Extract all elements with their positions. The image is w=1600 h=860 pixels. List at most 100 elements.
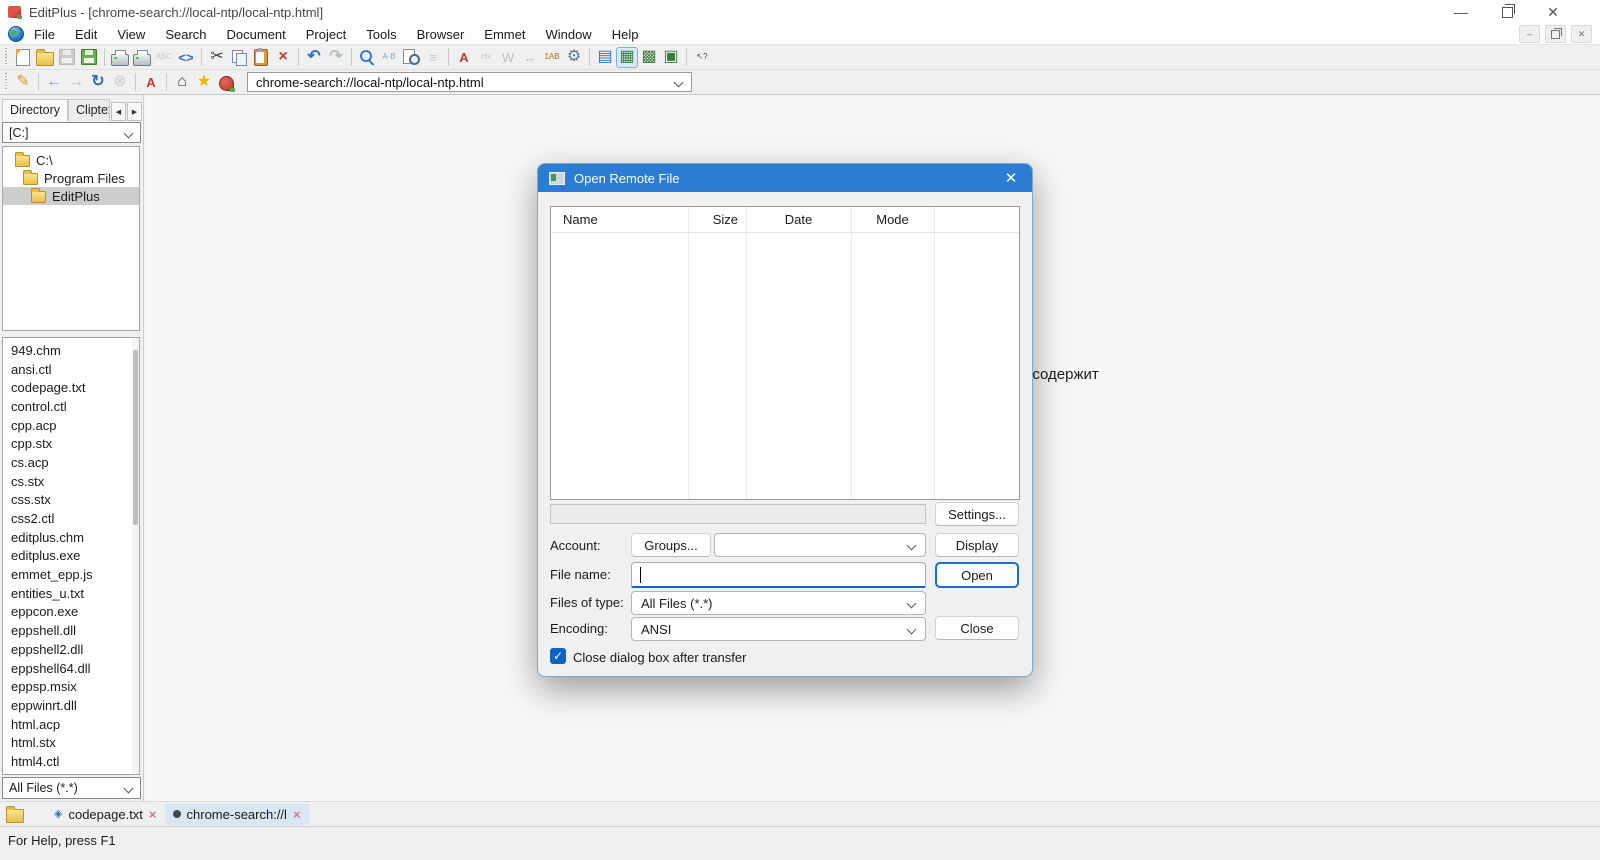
delete-button[interactable]: × — [272, 46, 294, 68]
view-sidebar-button[interactable]: ▦ — [616, 46, 638, 68]
file-list-item[interactable]: eppshell.dll — [3, 621, 139, 640]
file-list-item[interactable]: 949.chm — [3, 341, 139, 360]
scrollbar-thumb[interactable] — [133, 350, 138, 525]
settings-button[interactable]: Settings... — [935, 502, 1019, 526]
find-in-files-button[interactable] — [400, 46, 422, 68]
undo-button[interactable]: ↶ — [303, 46, 325, 68]
display-button[interactable]: Display — [935, 533, 1019, 557]
file-list-scrollbar[interactable] — [132, 338, 139, 774]
refresh-button[interactable]: ↻ — [87, 71, 109, 93]
mdi-restore-icon[interactable] — [1545, 25, 1566, 43]
replace-button[interactable]: A·B — [378, 46, 400, 68]
file-list-item[interactable]: eppshell64.dll — [3, 659, 139, 678]
encoding-select[interactable]: ANSI — [631, 617, 926, 641]
menu-search[interactable]: Search — [155, 27, 216, 42]
file-list-item[interactable]: control.ctl — [3, 397, 139, 416]
close-icon[interactable]: ✕ — [1530, 0, 1576, 24]
file-list-item[interactable]: eppwinrt.dll — [3, 696, 139, 715]
file-filter-select[interactable]: All Files (*.*) — [2, 777, 141, 799]
address-bar[interactable]: chrome-search://local-ntp/local-ntp.html — [247, 72, 692, 92]
tree-item-program-files[interactable]: Program Files — [3, 169, 139, 187]
view-browser-button[interactable]: ▩ — [638, 46, 660, 68]
edit-source-button[interactable]: ✎ — [12, 71, 34, 93]
menu-edit[interactable]: Edit — [65, 27, 107, 42]
line-numbers-button[interactable]: 1AB — [541, 46, 563, 68]
open-file-button[interactable] — [34, 46, 56, 68]
file-list-item[interactable]: entities_u.txt — [3, 584, 139, 603]
drive-selector[interactable]: [C:] — [2, 122, 141, 143]
menu-window[interactable]: Window — [535, 27, 601, 42]
menu-emmet[interactable]: Emmet — [474, 27, 535, 42]
find-button[interactable] — [356, 46, 378, 68]
file-list-item[interactable]: cpp.acp — [3, 416, 139, 435]
dialog-close-icon[interactable]: ✕ — [990, 164, 1032, 192]
file-list-item[interactable]: cpp.stx — [3, 434, 139, 453]
text-size-button[interactable]: A — [140, 71, 162, 93]
close-button[interactable]: Close — [935, 616, 1019, 640]
tab-close-icon[interactable]: × — [293, 808, 301, 821]
account-select[interactable] — [714, 533, 926, 557]
file-list-item[interactable]: eppsp.msix — [3, 677, 139, 696]
column-header-mode[interactable]: Mode — [851, 207, 934, 232]
menu-view[interactable]: View — [107, 27, 155, 42]
toolbar-grip[interactable] — [3, 73, 10, 91]
favorites-button[interactable]: ★ — [193, 71, 215, 93]
column-header-size[interactable]: Size — [688, 207, 746, 232]
file-list-item[interactable]: cs.acp — [3, 453, 139, 472]
view-document-list-button[interactable]: ▤ — [594, 46, 616, 68]
file-list-item[interactable]: eppcon.exe — [3, 603, 139, 622]
tab-scroll-left-icon[interactable]: ◀ — [111, 102, 126, 121]
groups-button[interactable]: Groups... — [631, 533, 711, 557]
tree-item-editplus[interactable]: EditPlus — [3, 187, 139, 205]
seal-button[interactable] — [215, 71, 237, 93]
menu-browser[interactable]: Browser — [407, 27, 475, 42]
minimize-icon[interactable]: — — [1438, 0, 1484, 24]
file-list-item[interactable]: cs.stx — [3, 472, 139, 491]
menu-tools[interactable]: Tools — [356, 27, 406, 42]
new-file-button[interactable] — [12, 46, 34, 68]
column-header-date[interactable]: Date — [746, 207, 851, 232]
sidebar-tab-directory[interactable]: Directory — [2, 99, 69, 121]
forward-button[interactable]: → — [65, 71, 87, 93]
dialog-title-bar[interactable]: Open Remote File ✕ — [538, 164, 1032, 192]
font-button[interactable]: A — [453, 46, 475, 68]
document-tab-chrome-search-l[interactable]: chrome-search://l × — [164, 803, 309, 825]
restore-icon[interactable] — [1484, 0, 1530, 24]
cut-button[interactable]: ✂ — [206, 46, 228, 68]
file-list-item[interactable]: emmet_epp.js — [3, 565, 139, 584]
document-tab-codepage-txt[interactable]: ◈ codepage.txt × — [46, 804, 165, 825]
tab-scroll-right-icon[interactable]: ▶ — [127, 102, 142, 121]
column-header-name[interactable]: Name — [551, 207, 688, 232]
print-button[interactable] — [131, 46, 153, 68]
toolbar-grip[interactable] — [3, 48, 10, 66]
file-list-item[interactable]: ansi.ctl — [3, 360, 139, 379]
mdi-minimize-icon[interactable]: – — [1519, 25, 1540, 43]
file-list-item[interactable]: html.stx — [3, 733, 139, 752]
open-button[interactable]: Open — [935, 562, 1019, 588]
file-list-item[interactable]: html.acp — [3, 715, 139, 734]
help-pointer-button[interactable]: ↖? — [691, 46, 713, 68]
menu-help[interactable]: Help — [602, 27, 649, 42]
copy-button[interactable] — [228, 46, 250, 68]
menu-project[interactable]: Project — [296, 27, 356, 42]
filename-input[interactable] — [631, 562, 926, 588]
view-new-window-button[interactable]: ▣ — [660, 46, 682, 68]
remote-file-listview[interactable]: Name Size Date Mode — [550, 206, 1020, 500]
home-button[interactable]: ⌂ — [171, 71, 193, 93]
tab-close-icon[interactable]: × — [149, 808, 157, 821]
paste-button[interactable] — [250, 46, 272, 68]
file-list-item[interactable]: css.stx — [3, 491, 139, 510]
sidebar-tab-cliptext[interactable]: Cliptext — [68, 99, 110, 121]
mdi-close-icon[interactable]: ✕ — [1571, 25, 1592, 43]
file-list-item[interactable]: eppshell2.dll — [3, 640, 139, 659]
file-list-item[interactable]: html5.ctl — [3, 771, 139, 774]
html-tags-button[interactable]: <> — [175, 46, 197, 68]
print-preview-button[interactable] — [109, 46, 131, 68]
file-list-item[interactable]: codepage.txt — [3, 378, 139, 397]
folder-icon[interactable] — [6, 805, 24, 823]
file-list-item[interactable]: html4.ctl — [3, 752, 139, 771]
menu-document[interactable]: Document — [217, 27, 296, 42]
close-after-transfer-checkbox[interactable]: ✓ — [550, 648, 566, 664]
save-all-button[interactable] — [78, 46, 100, 68]
menu-file[interactable]: File — [24, 27, 65, 42]
